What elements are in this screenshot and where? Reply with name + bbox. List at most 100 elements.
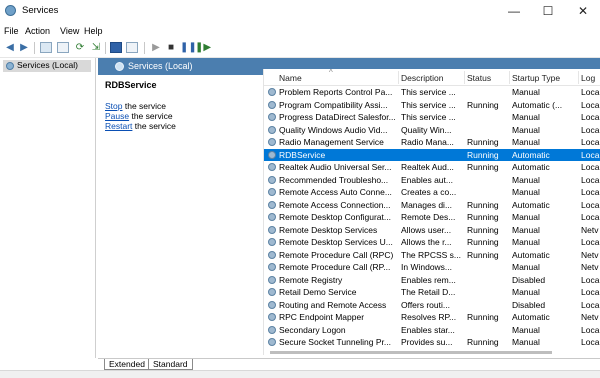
service-description-cell: This service ... [401,112,456,122]
table-row[interactable]: Remote Access Auto Conne... Creates a co.… [264,186,600,198]
table-row[interactable]: Remote Desktop Configurat... Remote Des..… [264,211,600,223]
service-gear-icon [268,313,276,321]
table-row[interactable]: Remote Registry Enables rem... Disabled Loc… [264,274,600,286]
menu-view[interactable]: View [60,26,79,36]
service-log-on-as-cell: Loca [581,324,600,335]
table-row[interactable]: Remote Desktop Services U... Allows the r… [264,236,600,248]
scrollbar-thumb[interactable] [270,351,552,354]
service-description-cell: Provides su... [401,337,453,347]
table-row[interactable]: Problem Reports Control Pa... This servic… [264,86,600,98]
table-row[interactable]: Retail Demo Service The Retail D... Manual… [264,286,600,298]
toolbar-separator [105,42,106,54]
service-description-cell: Offers routi... [401,299,450,310]
tab-standard[interactable]: Standard [148,359,193,370]
pane-header-title: Services (Local) [128,61,193,71]
stop-service-icon[interactable]: ■ [165,42,177,53]
column-header-log-on-as[interactable]: Log [581,73,595,83]
table-row[interactable]: Radio Management Service Radio Mana... Run… [264,136,600,148]
column-header-startup-type[interactable]: Startup Type [512,73,560,83]
table-row[interactable]: Secondary Logon Enables star... Manual Loca [264,324,600,336]
service-log-on-as-cell: Loca [581,162,600,172]
column-header-name[interactable]: Name [279,73,302,83]
service-name-cell: Routing and Remote Access [279,299,387,310]
table-row[interactable]: Remote Procedure Call (RP... In Windows..… [264,261,600,273]
service-startup-type-cell: Manual [512,124,540,135]
service-description-cell: Creates a co... [401,187,457,197]
service-status-cell: Running [467,237,499,247]
service-status-cell: Running [467,149,499,160]
pause-service-link[interactable]: Pause [105,111,129,121]
table-row[interactable]: Routing and Remote Access Offers routi...… [264,299,600,311]
services-list: ^ Name Description Status Startup Type L… [263,69,600,355]
service-startup-type-cell: Manual [512,287,540,297]
restart-action-text: the service [132,121,176,131]
table-row[interactable]: Secure Socket Tunneling Pr... Provides su… [264,336,600,348]
help-icon[interactable] [110,42,122,53]
service-log-on-as-cell: Netv [581,249,599,260]
table-row[interactable]: Quality Windows Audio Vid... Quality Win.… [264,124,600,136]
service-status-cell: Running [467,199,499,210]
restart-service-icon[interactable]: ❚▶ [195,42,211,53]
table-row[interactable]: Program Compatibility Assi... This servic… [264,99,600,111]
service-description-cell: Allows the r... [401,237,452,247]
properties-icon[interactable] [57,42,69,53]
table-row[interactable]: Remote Access Connection... Manages di...… [264,199,600,211]
tree-item-services-local[interactable]: Services (Local) [3,60,91,72]
table-row[interactable]: RPC Endpoint Mapper Resolves RP... Running… [264,311,600,323]
maximize-button[interactable]: ☐ [531,0,565,24]
service-name-cell: RPC Endpoint Mapper [279,312,365,322]
restart-service-link[interactable]: Restart [105,121,132,131]
forward-arrow-icon[interactable]: ▶ [18,42,30,53]
service-gear-icon [268,113,276,121]
show-hide-console-tree-icon[interactable] [40,42,52,53]
show-action-pane-icon[interactable] [126,42,138,53]
service-log-on-as-cell: Loca [581,212,600,222]
column-header-description[interactable]: Description [401,73,444,83]
service-log-on-as-cell: Loca [581,199,600,210]
service-status-cell: Running [467,137,499,147]
column-divider[interactable] [464,71,465,84]
horizontal-scrollbar[interactable] [264,350,600,355]
start-service-icon[interactable]: ▶ [150,42,162,53]
column-divider[interactable] [578,71,579,84]
table-row[interactable]: Progress DataDirect Salesfor... This serv… [264,111,600,123]
minimize-button[interactable]: — [497,0,531,24]
service-startup-type-cell: Manual [512,187,540,197]
back-arrow-icon[interactable]: ◀ [4,42,16,53]
table-row[interactable]: Remote Desktop Services Allows user... Run… [264,224,600,236]
service-name-cell: Remote Desktop Services U... [279,237,393,247]
column-header-status[interactable]: Status [467,73,491,83]
table-row-selected[interactable]: RDBService Running Automatic Loca [264,148,600,161]
table-row[interactable]: Realtek Audio Universal Ser... Realtek Au… [264,161,600,173]
menu-action[interactable]: Action [25,26,50,36]
service-gear-icon [268,263,276,271]
service-description-cell: The Retail D... [401,287,456,297]
service-gear-icon [268,125,276,134]
stop-service-link[interactable]: Stop [105,101,123,111]
table-row[interactable]: Remote Procedure Call (RPC) The RPCSS s..… [264,249,600,261]
service-description-cell: In Windows... [401,262,453,272]
service-description-cell: The RPCSS s... [401,249,461,260]
pause-service-icon[interactable]: ❚❚ [180,42,197,53]
window-title: Services [22,5,59,16]
menu-file[interactable]: File [4,26,19,36]
services-gear-icon [6,62,14,70]
service-description-cell: Radio Mana... [401,137,454,147]
service-gear-icon [268,213,276,221]
column-divider[interactable] [398,71,399,84]
tree-item-label: Services (Local) [17,60,78,70]
export-list-icon[interactable]: ⇲ [90,42,102,53]
service-name-cell: Program Compatibility Assi... [279,99,388,110]
tab-extended[interactable]: Extended [104,359,150,370]
table-row[interactable]: Recommended Troublesho... Enables aut... M… [264,174,600,186]
service-name-cell: RDBService [279,149,326,160]
refresh-icon[interactable]: ⟳ [74,42,86,53]
close-button[interactable]: ✕ [566,0,600,24]
menu-bar: File Action View Help [0,24,600,39]
service-name-cell: Remote Desktop Configurat... [279,212,391,222]
column-divider[interactable] [509,71,510,84]
service-name-cell: Progress DataDirect Salesfor... [279,112,396,122]
service-startup-type-cell: Manual [512,174,540,185]
menu-help[interactable]: Help [84,26,103,36]
service-log-on-as-cell: Netv [581,262,599,272]
